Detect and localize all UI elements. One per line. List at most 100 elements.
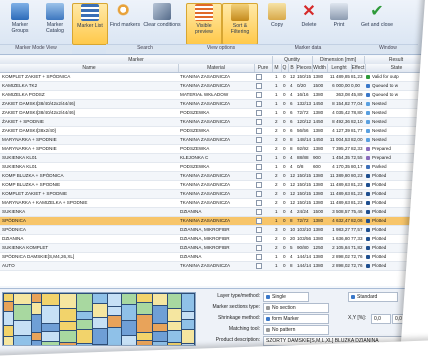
pure-checkbox[interactable] bbox=[256, 163, 264, 171]
col-name[interactable]: Name bbox=[0, 64, 179, 72]
pure-checkbox[interactable] bbox=[256, 127, 264, 135]
pure-checkbox[interactable] bbox=[256, 199, 264, 207]
table-row[interactable]: MARYNARKA + KAMIZELKA + SPODNIE TKANINA Z… bbox=[0, 199, 428, 208]
pure-checkbox[interactable] bbox=[256, 154, 264, 162]
cell-m: 1 bbox=[275, 254, 278, 259]
pure-checkbox[interactable] bbox=[256, 100, 264, 108]
matching-field[interactable]: No pattern bbox=[263, 325, 329, 335]
table-row[interactable]: KOMPLET ZAKIET + SPODNIE TKANINA ZASADNIC… bbox=[0, 190, 428, 199]
marker-piece bbox=[136, 340, 153, 345]
cell-b: 8 bbox=[290, 146, 293, 151]
marker-preview[interactable] bbox=[2, 292, 196, 346]
col-pure[interactable]: Pure bbox=[254, 64, 273, 72]
pure-checkbox[interactable] bbox=[256, 91, 264, 99]
table-row[interactable]: SUKIENKA DZIANINA 1 0 4 24/24 1500 3 508,57 75,4… bbox=[0, 208, 428, 217]
marker-catalog-button[interactable]: Marker Catalog bbox=[38, 3, 72, 43]
marker-list-button[interactable]: Marker List bbox=[72, 3, 108, 45]
cell-state: Nested bbox=[366, 100, 416, 108]
table-row[interactable]: DZIANINA DZIANINA, MIKROFIBR 2 0 20 103/56 138… bbox=[0, 235, 428, 244]
cell-width: 1450 bbox=[313, 119, 324, 124]
print-button[interactable]: Print bbox=[322, 3, 356, 43]
pure-checkbox[interactable] bbox=[256, 217, 264, 225]
cell-name: DZIANINA bbox=[2, 236, 24, 241]
cell-m: 3 bbox=[275, 227, 278, 232]
table-row[interactable]: KAMIZELKA TK2 TKANINA ZASADNICZA 1 0 4 0/20 15… bbox=[0, 82, 428, 91]
pure-checkbox[interactable] bbox=[256, 208, 264, 216]
x-field[interactable]: 0,0 bbox=[371, 314, 391, 324]
col-effect[interactable]: Effect bbox=[351, 64, 366, 72]
sections-field[interactable]: No section bbox=[263, 303, 329, 313]
detail-panel: Layer type/method: Single Standard Marke… bbox=[0, 288, 428, 360]
col-material[interactable]: Material bbox=[178, 64, 255, 72]
table-row[interactable]: SUKIENKA KL01 PODSZEWKA 1 0 4 0/8 600 4 170,35 8… bbox=[0, 163, 428, 172]
table-row[interactable]: ZAKIET DAMSKI[38x2/40] PODSZEWKA 2 0 6 56/56 1… bbox=[0, 127, 428, 136]
table-row[interactable]: KOMP BLUZKA + SPODNIE TKANINA ZASADNICZA 2… bbox=[0, 181, 428, 190]
pure-checkbox[interactable] bbox=[256, 109, 264, 117]
table-row[interactable]: KOMP BLUZKA + SPÓDNICA TKANINA ZASADNICZA… bbox=[0, 172, 428, 181]
cell-pieces: 72/72 bbox=[297, 110, 309, 115]
table-row[interactable]: AUTO TKANINA ZASADNICZA 108 144/1441380 2 89… bbox=[0, 262, 428, 271]
cell-name: KOMPLET ZAKIET + SPÓDNICA bbox=[2, 74, 71, 79]
pure-checkbox[interactable] bbox=[256, 262, 264, 270]
col-state[interactable]: State bbox=[365, 64, 428, 72]
table-row[interactable]: ZAKIET DAMSKI[38/40/42x2/44/46] TKANINA Z… bbox=[0, 100, 428, 109]
copy-button[interactable]: Copy bbox=[260, 3, 294, 43]
pure-checkbox[interactable] bbox=[256, 82, 264, 90]
col-width[interactable]: Width bbox=[312, 64, 328, 72]
clear-conditions-button[interactable]: Clear conditions bbox=[142, 3, 182, 43]
col-pieces[interactable]: Pieces bbox=[296, 64, 313, 72]
pure-checkbox[interactable] bbox=[256, 235, 264, 243]
table-row[interactable]: SPÓDNICA TKANINA ZASADNICZA 1 0 8 72/72 1380 4 … bbox=[0, 217, 428, 226]
cell-width: 1380 bbox=[313, 110, 324, 115]
pure-checkbox[interactable] bbox=[256, 136, 264, 144]
table-row[interactable]: SPÓDNICA DAMSKIE[S,M4,26,XL] DZIANINA 1 0 4 1… bbox=[0, 253, 428, 262]
product-field[interactable]: SZORTY DAMSKIE[S,M,L,XL] BLUZKA DZIANINA bbox=[263, 336, 419, 346]
cell-name: KAMIZELKA PODSZ bbox=[2, 92, 45, 97]
pure-checkbox[interactable] bbox=[256, 190, 264, 198]
table-row[interactable]: ZAKIET DAMSKI[38/40/42x2/44/46] PODSZEWKA… bbox=[0, 109, 428, 118]
pure-checkbox[interactable] bbox=[256, 118, 264, 126]
table-row[interactable]: MARYNARKA + SPODNIE PODSZEWKA 2 0 8 92/92 1380… bbox=[0, 145, 428, 154]
layer-type-field[interactable]: Single bbox=[263, 292, 309, 302]
marker-piece bbox=[121, 335, 137, 345]
table-row[interactable]: SUKIENKA KL01 KLEJONKA C 1 0 4 88/88 900 1 454,… bbox=[0, 154, 428, 163]
pure-checkbox[interactable] bbox=[256, 244, 264, 252]
cell-length: 4 632,47 bbox=[332, 218, 350, 223]
table-row[interactable]: SPÓDNICA DZIANINA, MIKROFIBR 3 0 10 103/10 138… bbox=[0, 226, 428, 235]
find-markers-button[interactable]: Find markers bbox=[108, 3, 142, 43]
table-row[interactable]: SUKIENKA KOMPLET DZIANINA, MIKROFIBR 2 0 5 90… bbox=[0, 244, 428, 253]
cell-q: 0 bbox=[283, 74, 286, 79]
pure-checkbox[interactable] bbox=[256, 73, 264, 81]
cell-pieces: 150/150 bbox=[297, 191, 311, 196]
cell-length: 2 898,02 bbox=[332, 254, 350, 259]
delete-button[interactable]: ✕ Delete bbox=[292, 3, 326, 43]
cell-b: 4 bbox=[290, 92, 293, 97]
pure-checkbox[interactable] bbox=[256, 172, 264, 180]
get-close-button[interactable]: ✔ Get and close bbox=[360, 3, 394, 43]
table-row[interactable]: ŻAKIET + SPODNIE TKANINA ZASADNICZA 2 0 6 120… bbox=[0, 118, 428, 127]
visible-preview-button[interactable]: Visible preview bbox=[186, 3, 222, 45]
table-row[interactable]: MARYNARKA + SPODNIE TKANINA ZASADNICZA 2 0 8… bbox=[0, 136, 428, 145]
pure-checkbox[interactable] bbox=[256, 181, 264, 189]
marker-piece bbox=[167, 342, 182, 345]
y-field[interactable]: 0,0 bbox=[392, 314, 412, 324]
table-row[interactable]: KAMIZELKA PODSZ MATERIAŁ WKŁADOW 1 0 4 16/16 1… bbox=[0, 91, 428, 100]
shrinkage-field[interactable]: form Marker bbox=[263, 314, 329, 324]
pure-checkbox[interactable] bbox=[256, 226, 264, 234]
pure-checkbox[interactable] bbox=[256, 253, 264, 261]
marker-piece bbox=[13, 320, 32, 336]
cell-pieces: 72/72 bbox=[297, 218, 309, 223]
cell-effect: 81,23 bbox=[351, 74, 363, 79]
cell-state: Plotted bbox=[366, 244, 416, 252]
sort-filter-button[interactable]: Sort & Filtering bbox=[222, 3, 258, 45]
marker-piece bbox=[41, 341, 60, 345]
marker-piece bbox=[181, 293, 195, 312]
marker-groups-button[interactable]: Marker Groups bbox=[3, 3, 37, 43]
cell-length: 8 154,82 bbox=[332, 101, 350, 106]
cell-width: 1380 bbox=[313, 227, 324, 232]
table-row[interactable]: KOMPLET ZAKIET + SPÓDNICA TKANINA ZASADNI… bbox=[0, 73, 428, 82]
col-length[interactable]: Lenght bbox=[327, 64, 352, 72]
pure-checkbox[interactable] bbox=[256, 145, 264, 153]
layer-mode-field[interactable]: Standard bbox=[348, 292, 398, 302]
cell-effect: 75,46 bbox=[351, 209, 363, 214]
